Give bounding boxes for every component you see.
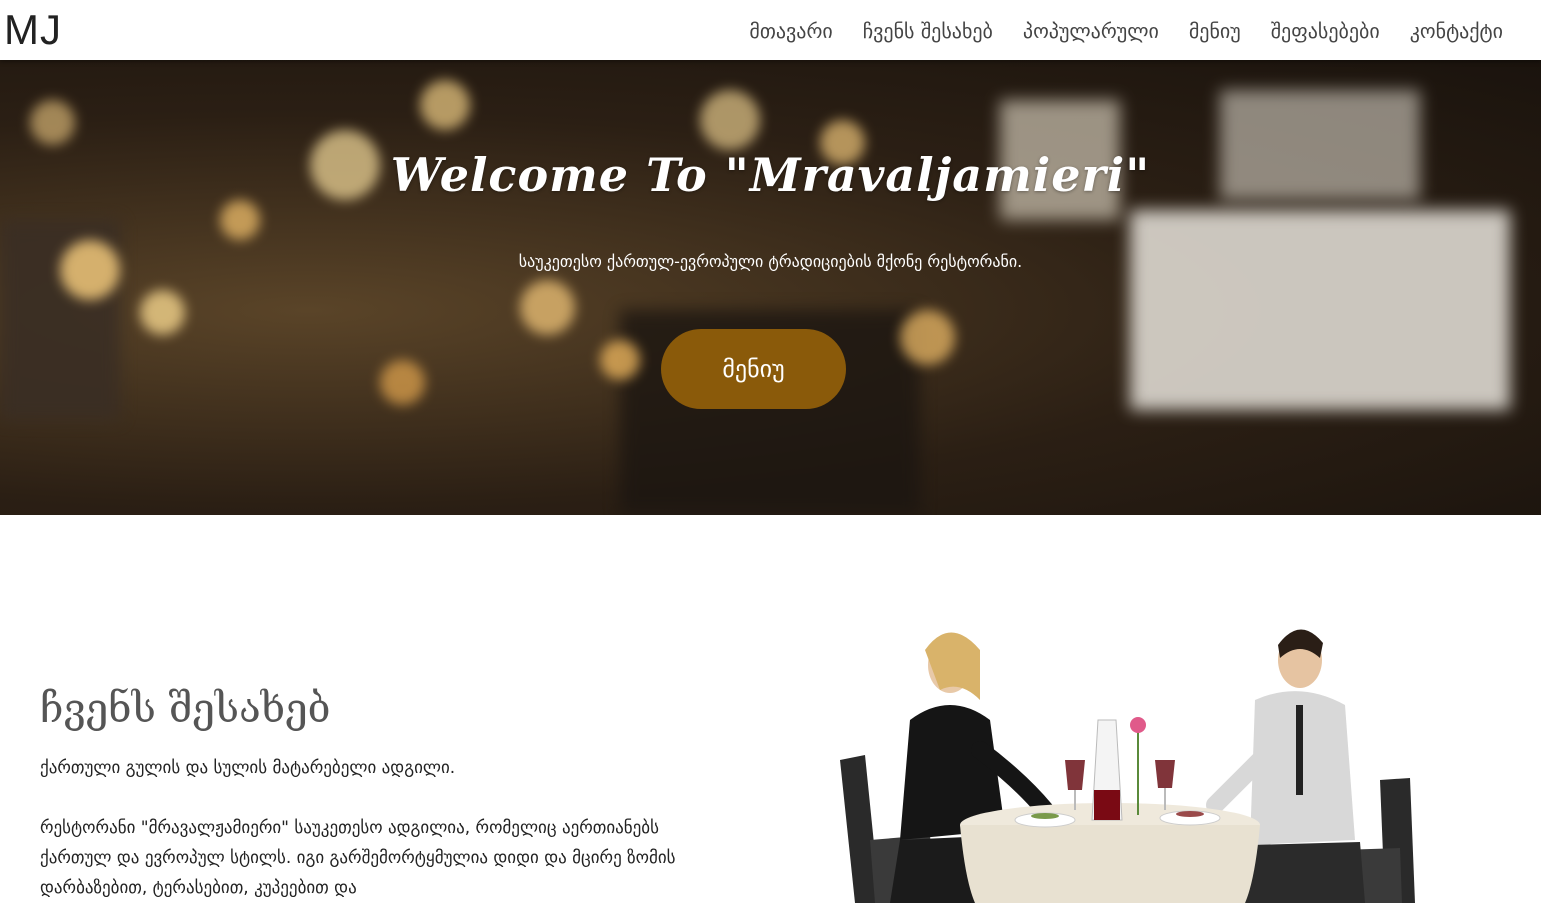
nav-item-menu[interactable]: მენიუ [1189, 16, 1241, 46]
hero-bg-window [1130, 210, 1510, 410]
bokeh-light [900, 310, 955, 365]
bokeh-light [30, 100, 75, 145]
bokeh-light [420, 80, 470, 130]
nav-item-about[interactable]: ჩვენს შესახებ [863, 16, 993, 46]
hero-banner: Welcome To "Mravaljamieri" საუკეთესო ქარ… [0, 60, 1541, 515]
nav-item-home[interactable]: მთავარი [749, 16, 832, 46]
hero-menu-button[interactable]: მენიუ [661, 329, 846, 409]
bokeh-light [220, 200, 260, 240]
nav-item-popular[interactable]: პოპულარული [1023, 16, 1159, 46]
nav-item-reviews[interactable]: შეფასებები [1271, 16, 1380, 46]
bokeh-light [140, 290, 185, 335]
hero-title: Welcome To "Mravaljamieri" [390, 148, 1151, 202]
main-nav: მთავარი ჩვენს შესახებ პოპულარული მენიუ შ… [749, 16, 1503, 46]
site-logo[interactable]: MJ [4, 6, 62, 54]
bokeh-light [380, 360, 425, 405]
site-header: MJ მთავარი ჩვენს შესახებ პოპულარული მენი… [0, 0, 1541, 60]
bokeh-light [600, 340, 640, 380]
about-body: რესტორანი "მრავალჟამიერი" საუკეთესო ადგი… [40, 818, 676, 898]
bokeh-light [520, 280, 575, 335]
couple-dining-image [840, 629, 1415, 903]
bokeh-light [700, 90, 760, 150]
about-title: ჩვენს შესახებ [40, 686, 331, 732]
nav-item-contact[interactable]: კონტაქტი [1410, 16, 1503, 46]
hero-subtitle: საუკეთესო ქართულ-ევროპული ტრადიციების მქ… [518, 252, 1023, 271]
about-lead: ქართული გულის და სულის მატარებელი ადგილი… [40, 758, 456, 778]
